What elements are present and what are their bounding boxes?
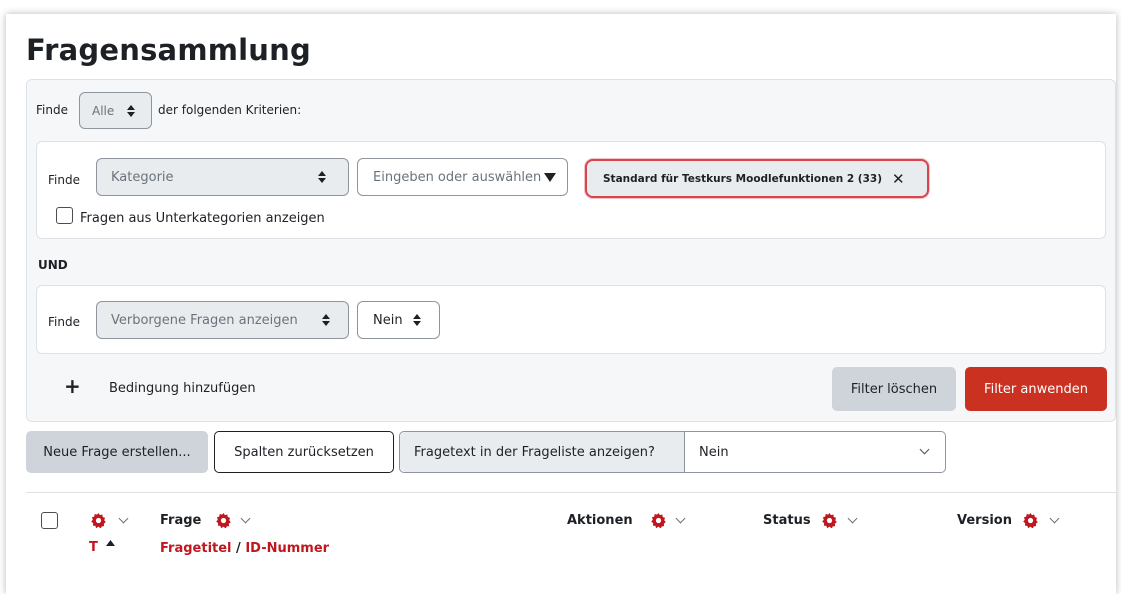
show-question-text-label: Fragetext in der Frageliste anzeigen? <box>400 432 685 472</box>
separator: / <box>236 541 241 556</box>
plus-icon[interactable]: + <box>64 374 81 398</box>
status-header: Status <box>763 513 811 528</box>
type-sort-link[interactable]: T <box>89 540 98 555</box>
dropdown-arrow-icon <box>544 173 556 182</box>
question-header: Frage <box>160 513 202 528</box>
hidden-value: Nein <box>373 312 403 328</box>
new-question-button[interactable]: Neue Frage erstellen... <box>26 431 208 473</box>
selected-category-chip[interactable]: Standard für Testkurs Moodlefunktionen 2… <box>585 159 929 198</box>
page-title: Fragensammlung <box>26 33 311 67</box>
actions-header: Aktionen <box>567 513 633 528</box>
subcategories-checkbox[interactable] <box>56 207 73 224</box>
chip-label: Standard für Testkurs Moodlefunktionen 2… <box>603 172 883 185</box>
condition-type-value: Verborgene Fragen anzeigen <box>111 312 298 328</box>
updown-icon <box>322 314 331 326</box>
show-question-text-select[interactable]: Nein <box>685 432 945 472</box>
version-header: Version <box>957 513 1012 528</box>
gear-icon[interactable] <box>1023 513 1038 528</box>
category-search-input[interactable]: Eingeben oder auswählen <box>357 158 568 196</box>
gear-icon[interactable] <box>216 513 231 528</box>
show-question-text-value: Nein <box>699 444 729 460</box>
sort-asc-icon <box>106 540 115 546</box>
subcategories-label: Fragen aus Unterkategorien anzeigen <box>80 211 325 226</box>
table-divider <box>26 492 1116 493</box>
condition-type-value: Kategorie <box>111 169 174 185</box>
sort-title-link[interactable]: Fragetitel <box>160 541 232 556</box>
hidden-value-select[interactable]: Nein <box>357 301 440 339</box>
match-select[interactable]: Alle <box>79 92 152 129</box>
apply-filter-button[interactable]: Filter anwenden <box>965 367 1107 411</box>
condition-type-select[interactable]: Kategorie <box>96 158 349 196</box>
gear-icon[interactable] <box>91 513 106 528</box>
gear-icon[interactable] <box>822 513 837 528</box>
question-sub-links: Fragetitel / ID-Nummer <box>160 541 329 556</box>
updown-icon <box>127 105 136 117</box>
match-select-value: Alle <box>92 103 115 118</box>
close-icon[interactable]: ✕ <box>892 170 905 188</box>
condition-finde-label: Finde <box>48 173 80 187</box>
category-search-placeholder: Eingeben oder auswählen <box>373 169 542 185</box>
criteria-text: der folgenden Kriterien: <box>158 103 302 117</box>
finde-label: Finde <box>36 103 68 117</box>
gear-icon[interactable] <box>651 513 666 528</box>
clear-filter-button[interactable]: Filter löschen <box>832 367 956 411</box>
updown-icon <box>413 314 422 326</box>
condition-finde-label: Finde <box>48 315 80 329</box>
select-all-checkbox[interactable] <box>41 512 58 529</box>
add-condition-link[interactable]: Bedingung hinzufügen <box>109 381 256 396</box>
condition-type-select[interactable]: Verborgene Fragen anzeigen <box>96 301 349 339</box>
reset-columns-button[interactable]: Spalten zurücksetzen <box>214 431 394 473</box>
sort-idnumber-link[interactable]: ID-Nummer <box>245 541 329 556</box>
updown-icon <box>318 171 327 183</box>
and-joiner: UND <box>38 258 68 272</box>
